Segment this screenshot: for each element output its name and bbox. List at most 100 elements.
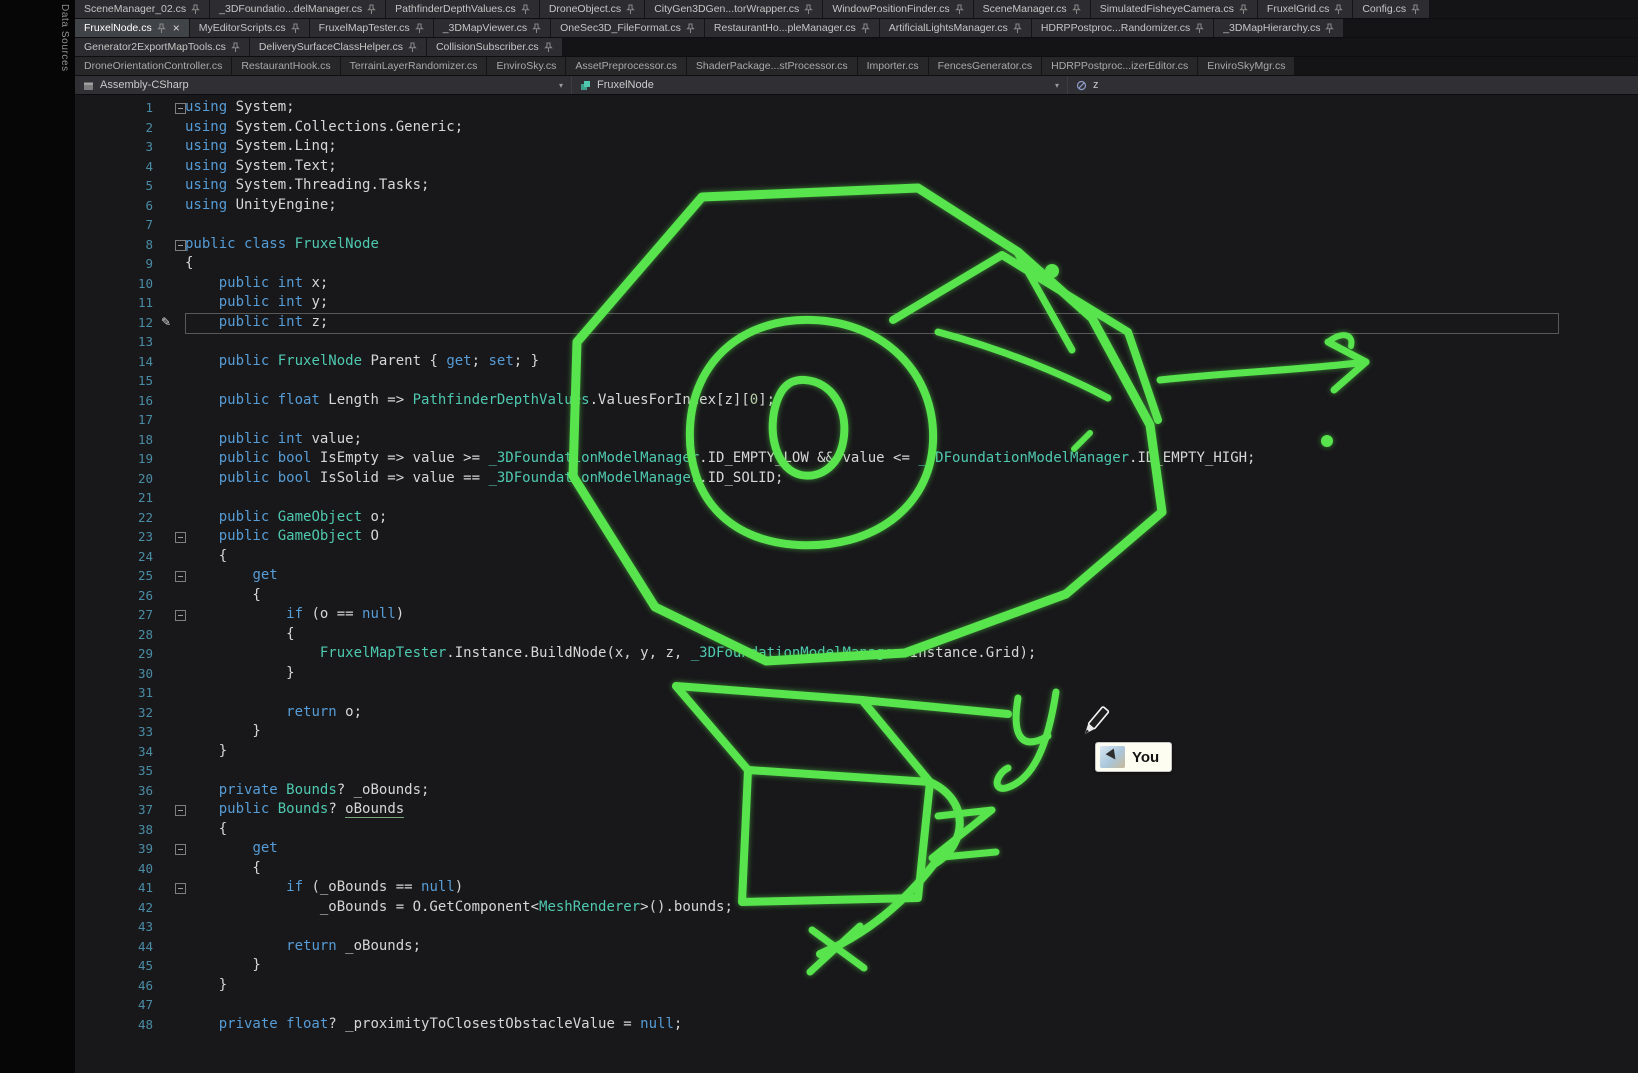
fold-collapse-icon[interactable]	[159, 839, 185, 859]
code-line-17[interactable]: 17	[75, 410, 1638, 430]
tab-_3DFoundatio...delManager.cs[interactable]: _3DFoundatio...delManager.cs	[210, 0, 385, 18]
tab-HDRPPostproc...Randomizer.cs[interactable]: HDRPPostproc...Randomizer.cs	[1032, 19, 1213, 37]
code-line-26[interactable]: 26 {	[75, 586, 1638, 606]
code-line-8[interactable]: 8public class FruxelNode	[75, 235, 1638, 255]
pin-icon[interactable]	[408, 42, 417, 53]
fold-collapse-icon[interactable]	[159, 235, 185, 255]
pin-icon[interactable]	[191, 4, 200, 15]
code-line-48[interactable]: 48 private float? _proximityToClosestObs…	[75, 1015, 1638, 1035]
code-line-44[interactable]: 44 return _oBounds;	[75, 937, 1638, 957]
tab-PathfinderDepthValues.cs[interactable]: PathfinderDepthValues.cs	[386, 0, 539, 18]
code-line-9[interactable]: 9{	[75, 254, 1638, 274]
code-line-16[interactable]: 16 public float Length => PathfinderDept…	[75, 391, 1638, 411]
code-editor[interactable]: 1using System;2using System.Collections.…	[75, 95, 1638, 1073]
tab-FruxelGrid.cs[interactable]: FruxelGrid.cs	[1258, 0, 1352, 18]
pin-icon[interactable]	[521, 4, 530, 15]
pin-icon[interactable]	[626, 4, 635, 15]
code-line-24[interactable]: 24 {	[75, 547, 1638, 567]
tab-SceneManager_02.cs[interactable]: SceneManager_02.cs	[75, 0, 209, 18]
code-line-6[interactable]: 6using UnityEngine;	[75, 196, 1638, 216]
code-line-3[interactable]: 3using System.Linq;	[75, 137, 1638, 157]
code-line-11[interactable]: 11 public int y;	[75, 293, 1638, 313]
code-line-25[interactable]: 25 get	[75, 566, 1638, 586]
tab-SimulatedFisheyeCamera.cs[interactable]: SimulatedFisheyeCamera.cs	[1091, 0, 1257, 18]
close-icon[interactable]: ×	[173, 22, 180, 34]
pin-icon[interactable]	[955, 4, 964, 15]
pin-icon[interactable]	[1195, 23, 1204, 34]
code-line-2[interactable]: 2using System.Collections.Generic;	[75, 118, 1638, 138]
tab-WindowPositionFinder.cs[interactable]: WindowPositionFinder.cs	[823, 0, 972, 18]
code-line-41[interactable]: 41 if (_oBounds == null)	[75, 878, 1638, 898]
code-line-19[interactable]: 19 public bool IsEmpty => value >= _3DFo…	[75, 449, 1638, 469]
tab-Importer.cs[interactable]: Importer.cs	[858, 57, 928, 75]
code-line-36[interactable]: 36 private Bounds? _oBounds;	[75, 781, 1638, 801]
tab-FencesGenerator.cs[interactable]: FencesGenerator.cs	[929, 57, 1042, 75]
pin-icon[interactable]	[861, 23, 870, 34]
pin-icon[interactable]	[686, 23, 695, 34]
fold-collapse-icon[interactable]	[159, 98, 185, 118]
tab-AssetPreprocessor.cs[interactable]: AssetPreprocessor.cs	[566, 57, 686, 75]
code-line-12[interactable]: 12✎ public int z;	[75, 313, 1638, 333]
code-line-42[interactable]: 42 _oBounds = O.GetComponent<MeshRendere…	[75, 898, 1638, 918]
tab-CityGen3DGen...torWrapper.cs[interactable]: CityGen3DGen...torWrapper.cs	[645, 0, 822, 18]
code-line-23[interactable]: 23 public GameObject O	[75, 527, 1638, 547]
code-line-13[interactable]: 13	[75, 332, 1638, 352]
code-line-29[interactable]: 29 FruxelMapTester.Instance.BuildNode(x,…	[75, 644, 1638, 664]
pin-icon[interactable]	[291, 23, 300, 34]
code-line-5[interactable]: 5using System.Threading.Tasks;	[75, 176, 1638, 196]
fold-collapse-icon[interactable]	[159, 878, 185, 898]
tab-FruxelNode.cs[interactable]: FruxelNode.cs×	[75, 19, 189, 37]
code-line-35[interactable]: 35	[75, 761, 1638, 781]
code-line-21[interactable]: 21	[75, 488, 1638, 508]
code-line-27[interactable]: 27 if (o == null)	[75, 605, 1638, 625]
pin-icon[interactable]	[1013, 23, 1022, 34]
code-line-34[interactable]: 34 }	[75, 742, 1638, 762]
code-line-10[interactable]: 10 public int x;	[75, 274, 1638, 294]
code-line-15[interactable]: 15	[75, 371, 1638, 391]
tab-DroneObject.cs[interactable]: DroneObject.cs	[540, 0, 644, 18]
pin-icon[interactable]	[1072, 4, 1081, 15]
pin-icon[interactable]	[544, 42, 553, 53]
code-line-46[interactable]: 46 }	[75, 976, 1638, 996]
tab-RestaurantHook.cs[interactable]: RestaurantHook.cs	[232, 57, 339, 75]
pin-icon[interactable]	[1334, 4, 1343, 15]
code-line-43[interactable]: 43	[75, 917, 1638, 937]
code-line-37[interactable]: 37 public Bounds? oBounds	[75, 800, 1638, 820]
fold-collapse-icon[interactable]	[159, 566, 185, 586]
code-line-30[interactable]: 30 }	[75, 664, 1638, 684]
code-line-14[interactable]: 14 public FruxelNode Parent { get; set; …	[75, 352, 1638, 372]
tab-OneSec3D_FileFormat.cs[interactable]: OneSec3D_FileFormat.cs	[551, 19, 704, 37]
tab-CollisionSubscriber.cs[interactable]: CollisionSubscriber.cs	[427, 38, 562, 56]
tab-MyEditorScripts.cs[interactable]: MyEditorScripts.cs	[190, 19, 309, 37]
pin-icon[interactable]	[1239, 4, 1248, 15]
code-line-38[interactable]: 38 {	[75, 820, 1638, 840]
data-sources-vertical-tab[interactable]: Data Sources	[59, 4, 70, 72]
pin-icon[interactable]	[231, 42, 240, 53]
tab-DroneOrientationController.cs[interactable]: DroneOrientationController.cs	[75, 57, 231, 75]
project-dropdown[interactable]: Assembly-CSharp ▾	[75, 76, 572, 94]
pin-icon[interactable]	[1325, 23, 1334, 34]
code-line-45[interactable]: 45 }	[75, 956, 1638, 976]
tab-Config.cs[interactable]: Config.cs	[1353, 0, 1429, 18]
code-line-20[interactable]: 20 public bool IsSolid => value == _3DFo…	[75, 469, 1638, 489]
code-line-47[interactable]: 47	[75, 995, 1638, 1015]
tab-TerrainLayerRandomizer.cs[interactable]: TerrainLayerRandomizer.cs	[341, 57, 487, 75]
tab-ShaderPackage...stProcessor.cs[interactable]: ShaderPackage...stProcessor.cs	[687, 57, 857, 75]
code-line-31[interactable]: 31	[75, 683, 1638, 703]
code-line-22[interactable]: 22 public GameObject o;	[75, 508, 1638, 528]
pin-icon[interactable]	[157, 23, 166, 34]
tab-RestaurantHo...pleManager.cs[interactable]: RestaurantHo...pleManager.cs	[705, 19, 879, 37]
code-line-40[interactable]: 40 {	[75, 859, 1638, 879]
code-line-32[interactable]: 32 return o;	[75, 703, 1638, 723]
tab-Generator2ExportMapTools.cs[interactable]: Generator2ExportMapTools.cs	[75, 38, 249, 56]
tab-EnviroSky.cs[interactable]: EnviroSky.cs	[487, 57, 565, 75]
code-line-1[interactable]: 1using System;	[75, 98, 1638, 118]
pin-icon[interactable]	[804, 4, 813, 15]
fold-collapse-icon[interactable]	[159, 605, 185, 625]
type-dropdown[interactable]: FruxelNode ▾	[572, 76, 1068, 94]
tab-HDRPPostproc...izerEditor.cs[interactable]: HDRPPostproc...izerEditor.cs	[1042, 57, 1197, 75]
code-line-33[interactable]: 33 }	[75, 722, 1638, 742]
code-line-4[interactable]: 4using System.Text;	[75, 157, 1638, 177]
tab-ArtificialLightsManager.cs[interactable]: ArtificialLightsManager.cs	[880, 19, 1031, 37]
tab-EnviroSkyMgr.cs[interactable]: EnviroSkyMgr.cs	[1198, 57, 1294, 75]
